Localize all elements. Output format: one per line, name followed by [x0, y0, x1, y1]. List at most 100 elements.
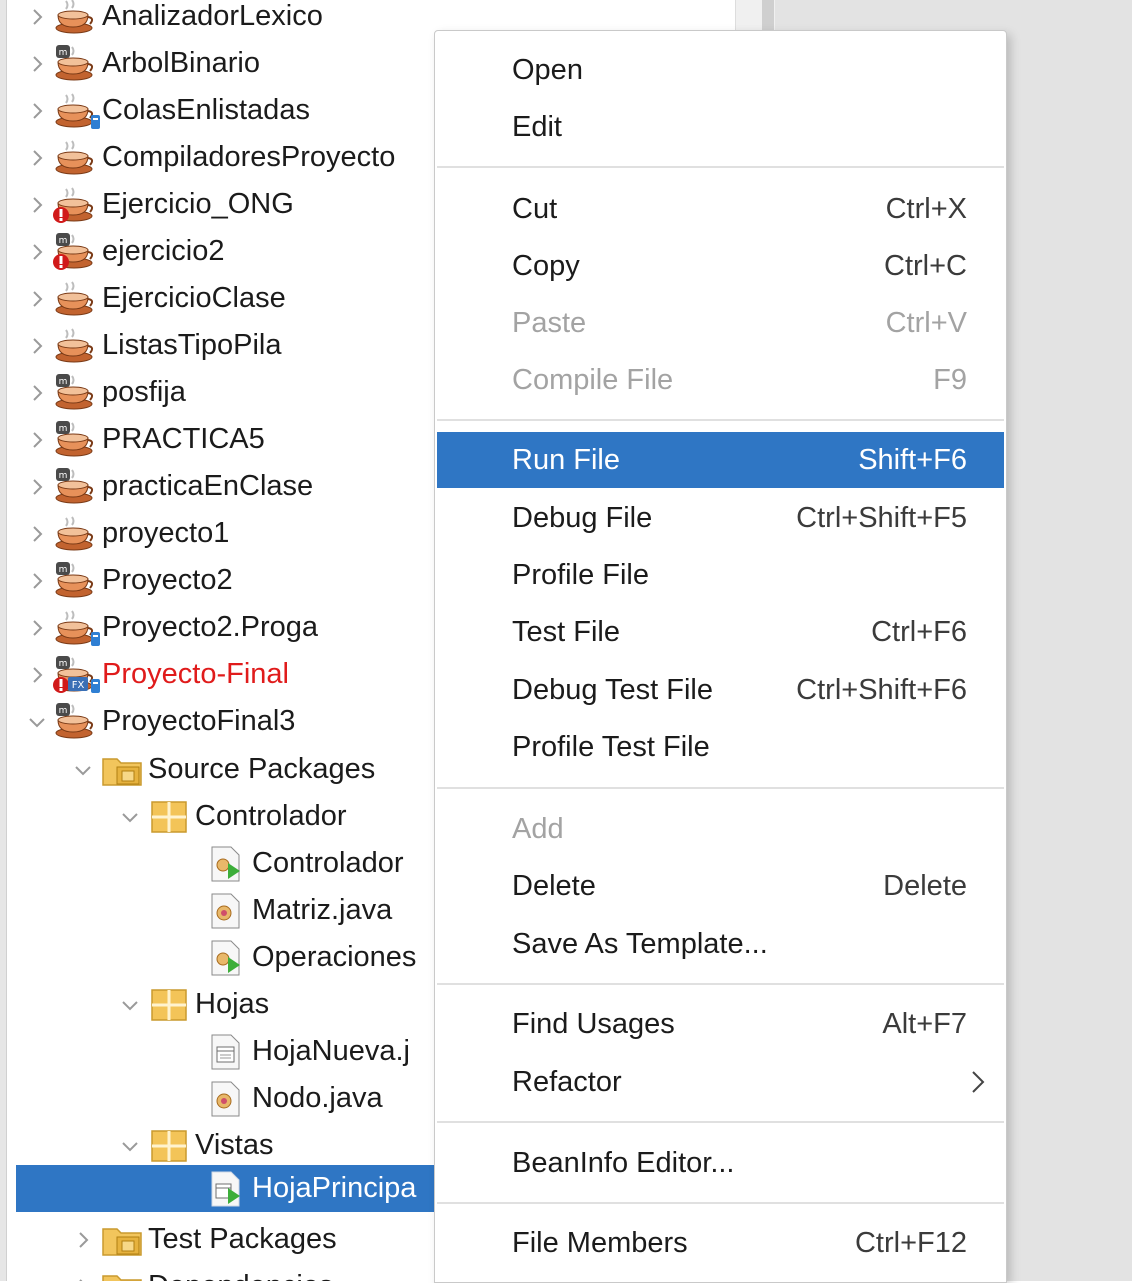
chevron-right-icon[interactable]	[22, 613, 52, 643]
tree-node-project[interactable]: ColasEnlistadas	[22, 87, 310, 134]
chevron-down-icon[interactable]	[115, 1131, 145, 1161]
tree-node-test-packages[interactable]: Test Packages	[68, 1216, 337, 1263]
java-project-badge-icon	[52, 91, 100, 131]
chevron-right-icon[interactable]	[22, 519, 52, 549]
chevron-right-icon[interactable]	[22, 284, 52, 314]
tree-node-package-hojas[interactable]: Hojas	[115, 981, 269, 1028]
chevron-right-icon[interactable]	[22, 96, 52, 126]
jframe-form-icon	[202, 1032, 250, 1072]
chevron-down-icon[interactable]	[68, 755, 98, 785]
chevron-right-icon[interactable]	[68, 1272, 98, 1281]
java-project-badge-icon	[52, 608, 100, 648]
chevron-right-icon[interactable]	[22, 660, 52, 690]
menu-item-save-as-template[interactable]: Save As Template...	[437, 916, 1004, 972]
package-icon	[145, 1126, 193, 1166]
maven-project-icon: m	[52, 561, 100, 601]
tree-node-label: Vistas	[195, 1129, 274, 1161]
menu-item-debug-file[interactable]: Debug File Ctrl+Shift+F5	[437, 490, 1004, 546]
menu-item-find-usages[interactable]: Find Usages Alt+F7	[437, 996, 1004, 1052]
tree-node-dependencies[interactable]: Dependencies	[68, 1263, 333, 1281]
tree-node-label: Source Packages	[148, 753, 376, 785]
chevron-right-icon[interactable]	[22, 190, 52, 220]
menu-separator	[437, 419, 1004, 421]
maven-project-icon: m	[52, 702, 100, 742]
tree-node-label: Proyecto2	[102, 564, 233, 596]
chevron-right-icon[interactable]	[22, 331, 52, 361]
chevron-down-icon[interactable]	[22, 707, 52, 737]
menu-item-add[interactable]: Add	[437, 801, 1004, 857]
context-menu: Open Edit Cut Ctrl+X Copy Ctrl+C Paste C…	[434, 30, 1007, 1283]
java-main-class-icon	[202, 844, 250, 884]
tree-node-project[interactable]: m ArbolBinario	[22, 40, 260, 87]
chevron-right-icon[interactable]	[22, 2, 52, 32]
tree-node-label: ColasEnlistadas	[102, 94, 310, 126]
tree-node-project[interactable]: EjercicioClase	[22, 275, 286, 322]
menu-item-run-file[interactable]: Run File Shift+F6	[437, 432, 1004, 488]
svg-text:m: m	[59, 706, 68, 716]
menu-item-refactor[interactable]: Refactor	[437, 1054, 1004, 1110]
chevron-down-icon[interactable]	[115, 990, 145, 1020]
tree-node-project[interactable]: m Proyecto2	[22, 557, 233, 604]
tree-node-file-nodo[interactable]: Nodo.java	[172, 1075, 383, 1122]
chevron-right-icon[interactable]	[22, 472, 52, 502]
tree-node-file-hojanueva[interactable]: HojaNueva.j	[172, 1028, 410, 1075]
tree-node-label: CompiladoresProyecto	[102, 141, 396, 173]
tree-node-project[interactable]: proyecto1	[22, 510, 229, 557]
tree-node-project[interactable]: m ejercicio2	[22, 228, 225, 275]
menu-separator	[437, 1202, 1004, 1204]
tree-node-file-matriz[interactable]: Matriz.java	[172, 887, 392, 934]
java-class-icon	[202, 891, 250, 931]
java-class-icon	[202, 1079, 250, 1119]
tree-node-label: HojaNueva.j	[252, 1035, 410, 1067]
panel-border	[0, 0, 7, 1281]
java-project-icon	[52, 138, 100, 178]
tree-node-project[interactable]: Proyecto2.Proga	[22, 604, 318, 651]
tree-node-label: ArbolBinario	[102, 47, 260, 79]
tree-node-package-vistas[interactable]: Vistas	[115, 1122, 273, 1169]
menu-item-delete[interactable]: Delete Delete	[437, 858, 1004, 914]
menu-item-cut[interactable]: Cut Ctrl+X	[437, 181, 1004, 237]
tree-node-project[interactable]: m posfija	[22, 369, 186, 416]
tree-node-label: AnalizadorLexico	[102, 0, 323, 32]
chevron-right-icon[interactable]	[22, 425, 52, 455]
menu-item-debug-test-file[interactable]: Debug Test File Ctrl+Shift+F6	[437, 662, 1004, 718]
tree-node-file-controlador[interactable]: Controlador	[172, 840, 404, 887]
menu-item-profile-test-file[interactable]: Profile Test File	[437, 719, 1004, 775]
tree-node-label: practicaEnClase	[102, 470, 314, 502]
menu-item-copy[interactable]: Copy Ctrl+C	[437, 238, 1004, 294]
chevron-right-icon[interactable]	[22, 143, 52, 173]
tree-node-package-controlador[interactable]: Controlador	[115, 793, 347, 840]
tree-node-source-packages[interactable]: Source Packages	[68, 746, 375, 793]
chevron-right-icon[interactable]	[68, 1225, 98, 1255]
java-main-class-icon	[202, 938, 250, 978]
tree-node-label: Operaciones	[252, 941, 417, 973]
chevron-right-icon[interactable]	[22, 237, 52, 267]
menu-separator	[437, 1121, 1004, 1123]
chevron-right-icon[interactable]	[22, 49, 52, 79]
menu-item-open[interactable]: Open	[437, 42, 1004, 98]
menu-item-profile-file[interactable]: Profile File	[437, 547, 1004, 603]
menu-separator	[437, 787, 1004, 789]
menu-item-file-members[interactable]: File Members Ctrl+F12	[437, 1215, 1004, 1271]
tree-node-project[interactable]: m practicaEnClase	[22, 463, 313, 510]
chevron-down-icon[interactable]	[115, 802, 145, 832]
menu-item-compile-file[interactable]: Compile File F9	[437, 352, 1004, 408]
tree-node-label: Controlador	[195, 800, 347, 832]
tree-node-project[interactable]: m PRACTICA5	[22, 416, 265, 463]
tree-node-project[interactable]: m FX Proyecto-Final	[22, 651, 289, 698]
chevron-right-icon[interactable]	[22, 378, 52, 408]
tree-node-project[interactable]: CompiladoresProyecto	[22, 134, 395, 181]
tree-node-label: proyecto1	[102, 517, 230, 549]
tree-node-project[interactable]: AnalizadorLexico	[22, 0, 323, 40]
tree-node-project[interactable]: Ejercicio_ONG	[22, 181, 294, 228]
menu-item-paste[interactable]: Paste Ctrl+V	[437, 295, 1004, 351]
tree-node-project[interactable]: ListasTipoPila	[22, 322, 281, 369]
menu-item-beaninfo-editor[interactable]: BeanInfo Editor...	[437, 1135, 1004, 1191]
svg-text:m: m	[59, 659, 68, 669]
menu-item-test-file[interactable]: Test File Ctrl+F6	[437, 604, 1004, 660]
tree-node-project[interactable]: m ProyectoFinal3	[22, 698, 295, 745]
dependencies-folder-icon	[98, 1267, 146, 1281]
chevron-right-icon[interactable]	[22, 566, 52, 596]
tree-node-file-operaciones[interactable]: Operaciones	[172, 934, 416, 981]
menu-item-edit[interactable]: Edit	[437, 99, 1004, 155]
